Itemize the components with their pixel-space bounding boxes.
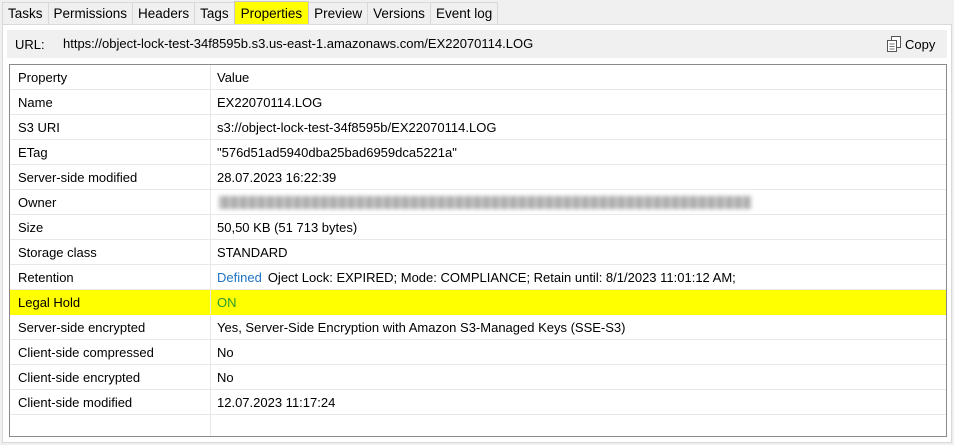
table-row[interactable]: Client-side encrypted No [10,365,946,390]
empty-cell [10,415,211,436]
tab-bar: Tasks Permissions Headers Tags Propertie… [2,1,499,24]
tab-versions[interactable]: Versions [367,2,431,24]
copy-button[interactable]: Copy [879,32,945,56]
url-field[interactable]: https://object-lock-test-34f8595b.s3.us-… [61,32,875,55]
table-row[interactable]: Server-side encrypted Yes, Server-Side E… [10,315,946,340]
property-name-cell: Retention [10,265,211,289]
value-storage-class-cell: STANDARD [217,244,288,260]
property-name-cell: Client-side encrypted [10,365,211,389]
redacted-owner [219,195,751,209]
value-owner-cell [211,190,946,214]
retention-defined-link[interactable]: Defined [217,270,262,285]
table-row[interactable]: Server-side modified 28.07.2023 16:22:39 [10,165,946,190]
tab-headers[interactable]: Headers [132,2,196,24]
value-compressed-cell: No [217,344,234,360]
table-row[interactable]: ETag "576d51ad5940dba25bad6959dca5221a" [10,140,946,165]
table-row[interactable]: Storage class STANDARD [10,240,946,265]
table-row[interactable]: S3 URI s3://object-lock-test-34f8595b/EX… [10,115,946,140]
empty-row [10,415,946,436]
tab-event-log[interactable]: Event log [429,2,499,24]
table-row[interactable]: Client-side modified 12.07.2023 11:17:24 [10,390,946,415]
copy-button-label: Copy [905,36,936,52]
table-row-legal-hold[interactable]: Legal Hold ON [10,290,946,315]
property-name-cell: Server-side encrypted [10,315,211,339]
url-label: URL: [15,37,45,52]
table-row[interactable]: Client-side compressed No [10,340,946,365]
value-client-encrypted-cell: No [217,369,234,385]
property-name-cell: Client-side modified [10,390,211,414]
properties-panel: URL: https://object-lock-test-34f8595b.s… [2,24,952,443]
table-row[interactable]: Owner [10,190,946,215]
property-name-cell: S3 URI [10,115,211,139]
value-modified-cell: 28.07.2023 16:22:39 [217,169,337,185]
tab-tags[interactable]: Tags [194,2,235,24]
table-row[interactable]: Size 50,50 KB (51 713 bytes) [10,215,946,240]
table-row[interactable]: Retention Defined Oject Lock: EXPIRED; M… [10,265,946,290]
retention-details: Oject Lock: EXPIRED; Mode: COMPLIANCE; R… [267,269,736,285]
value-s3-uri-cell: s3://object-lock-test-34f8595b/EX2207011… [217,119,497,135]
property-name-cell: Size [10,215,211,239]
column-header-property[interactable]: Property [10,65,211,89]
properties-table[interactable]: Property Value Name EX22070114.LOG S3 UR… [9,64,947,437]
copy-icon [887,36,901,52]
table-header-row: Property Value [10,65,946,90]
value-etag-cell: "576d51ad5940dba25bad6959dca5221a" [217,144,457,160]
table-row[interactable]: Name EX22070114.LOG [10,90,946,115]
value-client-modified-cell: 12.07.2023 11:17:24 [217,394,336,410]
property-name-cell: Legal Hold [10,290,211,314]
property-name-cell: Server-side modified [10,165,211,189]
value-sse-cell: Yes, Server-Side Encryption with Amazon … [217,319,626,335]
legal-hold-status: ON [217,294,237,310]
property-name-cell: Client-side compressed [10,340,211,364]
property-name-cell: Name [10,90,211,114]
property-name-cell: Owner [10,190,211,214]
tab-properties[interactable]: Properties [233,1,310,24]
property-name-cell: Storage class [10,240,211,264]
value-name-cell: EX22070114.LOG [217,94,323,110]
tab-permissions[interactable]: Permissions [47,2,134,24]
value-size-cell: 50,50 KB (51 713 bytes) [217,219,358,235]
url-bar: URL: https://object-lock-test-34f8595b.s… [7,30,947,58]
tab-tasks[interactable]: Tasks [2,2,49,24]
property-name-cell: ETag [10,140,211,164]
column-header-value[interactable]: Value [211,65,946,89]
value-retention-cell: Defined Oject Lock: EXPIRED; Mode: COMPL… [211,265,946,289]
tab-preview[interactable]: Preview [308,2,369,24]
